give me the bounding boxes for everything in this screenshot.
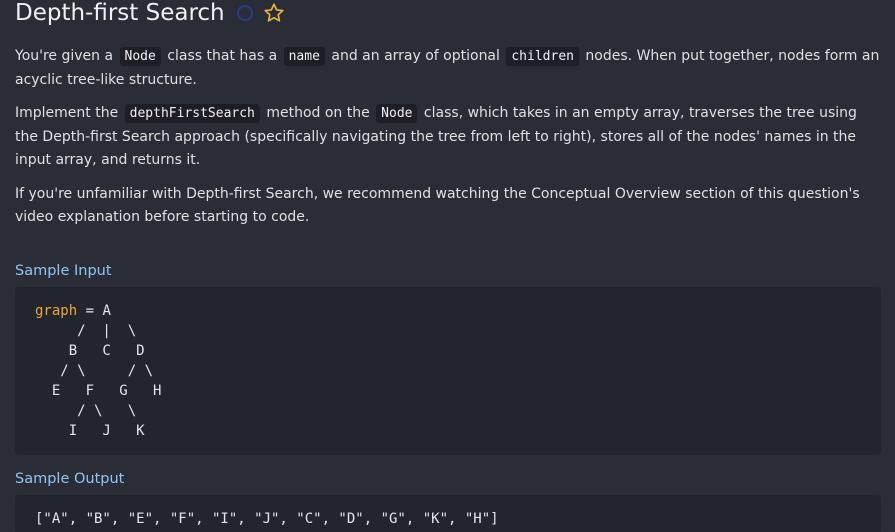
inline-code-children: children bbox=[506, 47, 579, 66]
status-circle-icon[interactable] bbox=[236, 5, 253, 21]
code-tree: = A / | \ B C D / \ / \ E F G H / \ \ I … bbox=[51, 302, 162, 439]
title-row: Depth-first Search bbox=[15, 0, 880, 30]
sample-input-code-block: graph = A / | \ B C D / \ / \ E F G H / … bbox=[15, 286, 881, 455]
question-page: Depth-first Search You're given a Node c… bbox=[0, 0, 895, 532]
sample-output-code: ["A", "B", "E", "F", "I", "J", "C", "D",… bbox=[35, 510, 499, 527]
description-paragraph-1: You're given a Node class that has a nam… bbox=[15, 45, 880, 92]
description-paragraph-3: If you're unfamiliar with Depth-first Se… bbox=[15, 183, 880, 230]
inline-code-name: name bbox=[283, 47, 325, 66]
text: and an array of optional bbox=[326, 48, 505, 64]
inline-code-node: Node bbox=[119, 47, 161, 66]
text: Implement the bbox=[15, 105, 123, 121]
text: You're given a bbox=[15, 48, 118, 64]
text: If you're unfamiliar with Depth-first Se… bbox=[15, 185, 860, 226]
sample-input-heading: Sample Input bbox=[15, 262, 112, 279]
sample-output-code-block: ["A", "B", "E", "F", "I", "J", "C", "D",… bbox=[15, 494, 881, 532]
code-variable: graph bbox=[35, 302, 78, 319]
text: class that has a bbox=[162, 48, 282, 64]
star-icon[interactable] bbox=[263, 2, 285, 24]
sample-input-code: graph = A / | \ B C D / \ / \ E F G H / … bbox=[35, 301, 861, 441]
sample-output-heading: Sample Output bbox=[15, 470, 125, 487]
inline-code-depth-first-search: depthFirstSearch bbox=[124, 104, 260, 123]
description-paragraph-2: Implement the depthFirstSearch method on… bbox=[15, 102, 880, 173]
text: method on the bbox=[261, 105, 375, 121]
inline-code-node: Node bbox=[376, 104, 418, 123]
page-title: Depth-first Search bbox=[15, 0, 225, 26]
